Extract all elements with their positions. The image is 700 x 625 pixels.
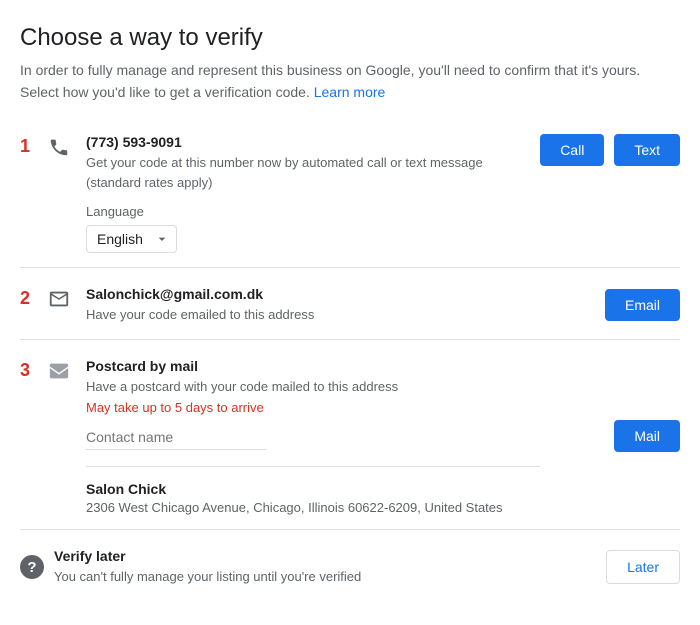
language-select[interactable]: English Spanish French <box>86 225 177 253</box>
email-actions: Email <box>560 289 680 321</box>
call-button[interactable]: Call <box>540 134 604 166</box>
phone-option-section: 1 (773) 593-9091 Get your code at this n… <box>20 118 680 268</box>
address-name: Salon Chick <box>86 481 540 497</box>
mail-button[interactable]: Mail <box>614 420 680 452</box>
option-number-3: 3 <box>20 360 42 381</box>
phone-icon <box>48 136 76 163</box>
text-button[interactable]: Text <box>614 134 680 166</box>
email-option-row: 2 Salonchick@gmail.com.dk Have your code… <box>20 268 680 339</box>
address-block: Salon Chick 2306 West Chicago Avenue, Ch… <box>86 466 540 515</box>
mail-description: Have a postcard with your code mailed to… <box>86 377 540 397</box>
mail-title: Postcard by mail <box>86 358 540 374</box>
language-label: Language <box>86 204 524 219</box>
mail-option-section: 3 Postcard by mail Have a postcard with … <box>20 340 680 531</box>
option-number-1: 1 <box>20 136 42 157</box>
phone-description: Get your code at this number now by auto… <box>86 153 524 192</box>
verify-later-content: Verify later You can't fully manage your… <box>54 548 540 587</box>
question-icon: ? <box>20 555 44 579</box>
phone-content: (773) 593-9091 Get your code at this num… <box>86 134 524 253</box>
option-number-2: 2 <box>20 288 42 309</box>
address-line: 2306 West Chicago Avenue, Chicago, Illin… <box>86 500 540 515</box>
mail-envelope-icon <box>48 360 76 387</box>
verify-later-actions: Later <box>560 550 680 584</box>
email-option-section: 2 Salonchick@gmail.com.dk Have your code… <box>20 268 680 340</box>
learn-more-link[interactable]: Learn more <box>314 84 386 100</box>
select-method-text: Select how you'd like to get a verificat… <box>20 84 680 100</box>
phone-actions: Call Text <box>540 134 680 166</box>
later-button[interactable]: Later <box>606 550 680 584</box>
verify-later-section: ? Verify later You can't fully manage yo… <box>20 530 680 601</box>
verify-later-description: You can't fully manage your listing unti… <box>54 567 540 587</box>
phone-number: (773) 593-9091 <box>86 134 524 150</box>
mail-warning: May take up to 5 days to arrive <box>86 400 540 415</box>
verify-later-title: Verify later <box>54 548 540 564</box>
contact-name-input[interactable] <box>86 425 266 450</box>
subtitle-text: In order to fully manage and represent t… <box>20 62 680 78</box>
email-address: Salonchick@gmail.com.dk <box>86 286 540 302</box>
at-icon <box>48 288 76 315</box>
email-button[interactable]: Email <box>605 289 680 321</box>
mail-content: Postcard by mail Have a postcard with yo… <box>86 358 540 516</box>
page-title: Choose a way to verify <box>20 24 680 52</box>
email-description: Have your code emailed to this address <box>86 305 540 325</box>
mail-option-row: 3 Postcard by mail Have a postcard with … <box>20 340 680 530</box>
email-content: Salonchick@gmail.com.dk Have your code e… <box>86 286 540 325</box>
mail-actions: Mail <box>560 420 680 452</box>
